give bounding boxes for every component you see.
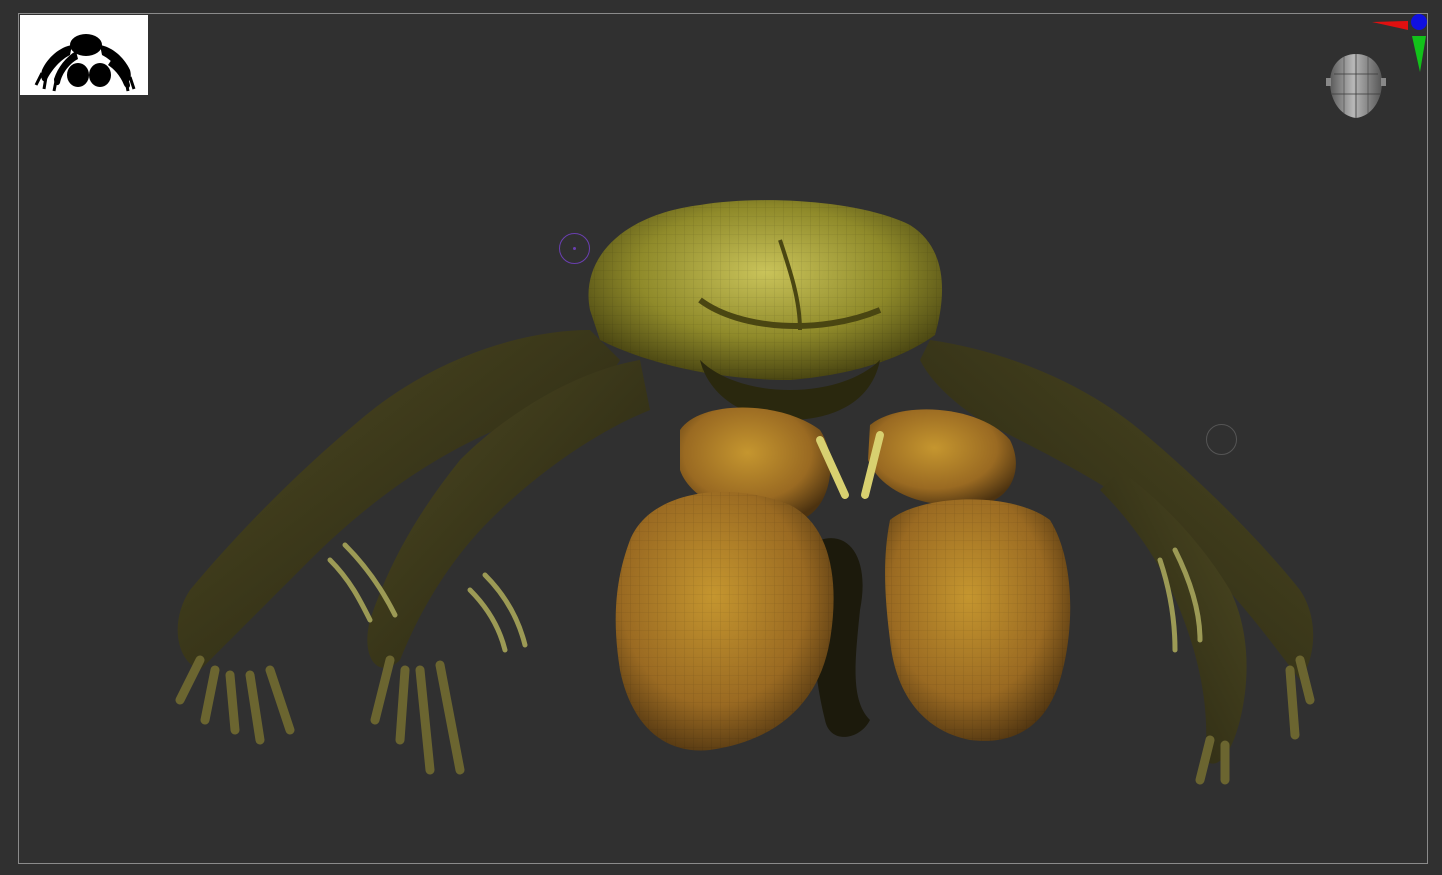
model-silhouette-icon xyxy=(34,34,136,92)
secondary-cursor xyxy=(1206,424,1237,455)
right-claw xyxy=(861,409,1071,741)
left-legs xyxy=(175,330,650,775)
axis-orientation-icon[interactable] xyxy=(1366,10,1434,76)
3d-viewport[interactable] xyxy=(0,0,1442,875)
left-claw xyxy=(615,407,849,751)
model-thumbnail[interactable] xyxy=(20,15,148,95)
brush-cursor-center xyxy=(573,247,576,250)
